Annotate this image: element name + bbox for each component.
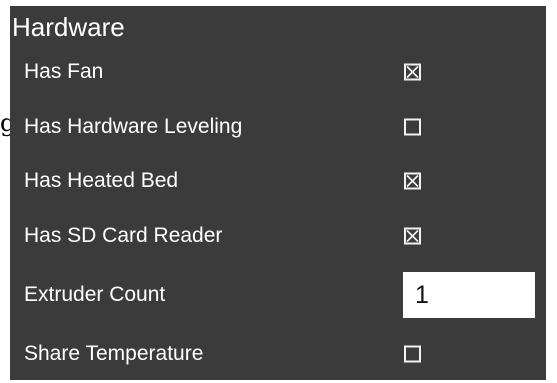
setting-label: Extruder Count bbox=[24, 283, 166, 306]
checkbox-x-mark-icon bbox=[406, 174, 419, 188]
has-fan-checkbox[interactable] bbox=[404, 63, 421, 81]
setting-label: Share Temperature bbox=[24, 342, 204, 365]
has-sd-card-reader-checkbox[interactable] bbox=[404, 227, 421, 245]
setting-label: Has Fan bbox=[24, 60, 104, 83]
setting-row-has-hardware-leveling: Has Hardware Leveling bbox=[10, 107, 546, 147]
setting-row-has-fan: Has Fan bbox=[10, 52, 546, 92]
section-title: Hardware bbox=[12, 12, 125, 42]
checkbox-x-mark-icon bbox=[406, 65, 419, 79]
setting-row-extruder-count: Extruder Count bbox=[10, 272, 546, 318]
has-heated-bed-checkbox[interactable] bbox=[404, 172, 421, 190]
setting-label: Has Heated Bed bbox=[24, 169, 179, 192]
share-temperature-checkbox[interactable] bbox=[404, 345, 421, 363]
setting-row-has-heated-bed: Has Heated Bed bbox=[10, 161, 546, 201]
setting-row-has-sd-card-reader: Has SD Card Reader bbox=[10, 216, 546, 256]
hardware-settings-panel: Hardware Has Fan Has Hardware Leveling H… bbox=[10, 6, 546, 380]
setting-label: Has Hardware Leveling bbox=[24, 115, 243, 138]
extruder-count-input[interactable] bbox=[403, 272, 535, 318]
setting-row-share-temperature: Share Temperature bbox=[10, 334, 546, 374]
has-hardware-leveling-checkbox[interactable] bbox=[404, 118, 421, 136]
setting-label: Has SD Card Reader bbox=[24, 224, 223, 247]
checkbox-x-mark-icon bbox=[406, 229, 419, 243]
